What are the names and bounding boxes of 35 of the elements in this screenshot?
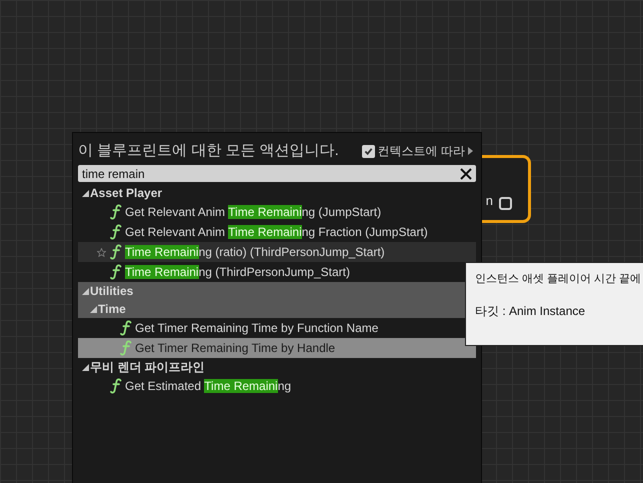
search-field[interactable]: time remain	[78, 165, 476, 182]
pin-label: n	[486, 192, 493, 210]
action-item[interactable]: Get Estimated Time Remaining	[78, 376, 476, 396]
function-icon	[110, 244, 122, 260]
category-header[interactable]: Asset Player	[78, 184, 476, 202]
action-label: Time Remaining (ratio) (ThirdPersonJump_Start)	[125, 244, 385, 261]
pin-icon[interactable]	[499, 197, 512, 210]
action-label: Get Timer Remaining Time by Handle	[135, 340, 336, 357]
check-icon	[364, 146, 373, 156]
action-label: Get Relevant Anim Time Remaining (JumpStart)	[125, 204, 382, 221]
function-icon	[120, 320, 132, 336]
tooltip-target: 타깃 : Anim Instance	[475, 302, 586, 320]
action-item[interactable]: Get Timer Remaining Time by Handle	[78, 338, 476, 358]
category-header[interactable]: 무비 렌더 파이프라인	[78, 358, 476, 376]
function-icon	[110, 378, 122, 394]
function-icon	[110, 264, 122, 280]
tooltip-description: 인스턴스 애셋 플레이어 시간 끝에	[475, 272, 642, 287]
expanded-arrow-icon[interactable]	[82, 190, 89, 196]
star-icon[interactable]	[96, 248, 106, 256]
action-label: Time Remaining (ThirdPersonJump_Start)	[125, 264, 350, 281]
action-label: Get Estimated Time Remaining	[125, 378, 292, 395]
action-item[interactable]: Time Remaining (ratio) (ThirdPersonJump_Start)	[78, 242, 476, 262]
action-item[interactable]: Get Relevant Anim Time Remaining (JumpStart)	[78, 202, 476, 222]
context-checkbox[interactable]	[362, 144, 375, 158]
action-item[interactable]: Get Relevant Anim Time Remaining Fraction (JumpStart)	[78, 222, 476, 242]
close-icon[interactable]	[460, 168, 472, 180]
action-label: Get Timer Remaining Time by Function Name	[135, 320, 378, 337]
menu-title: 이 블루프린트에 대한 모든 액션입니다.	[78, 140, 339, 161]
function-icon	[120, 340, 132, 356]
context-label: 컨텍스트에 따라	[378, 143, 465, 160]
action-label: Get Relevant Anim Time Remaining Fraction (JumpStart)	[125, 224, 428, 241]
function-icon	[110, 224, 122, 240]
function-icon	[110, 204, 122, 220]
right-arrow-icon[interactable]	[468, 147, 473, 155]
expanded-arrow-icon[interactable]	[82, 364, 89, 370]
